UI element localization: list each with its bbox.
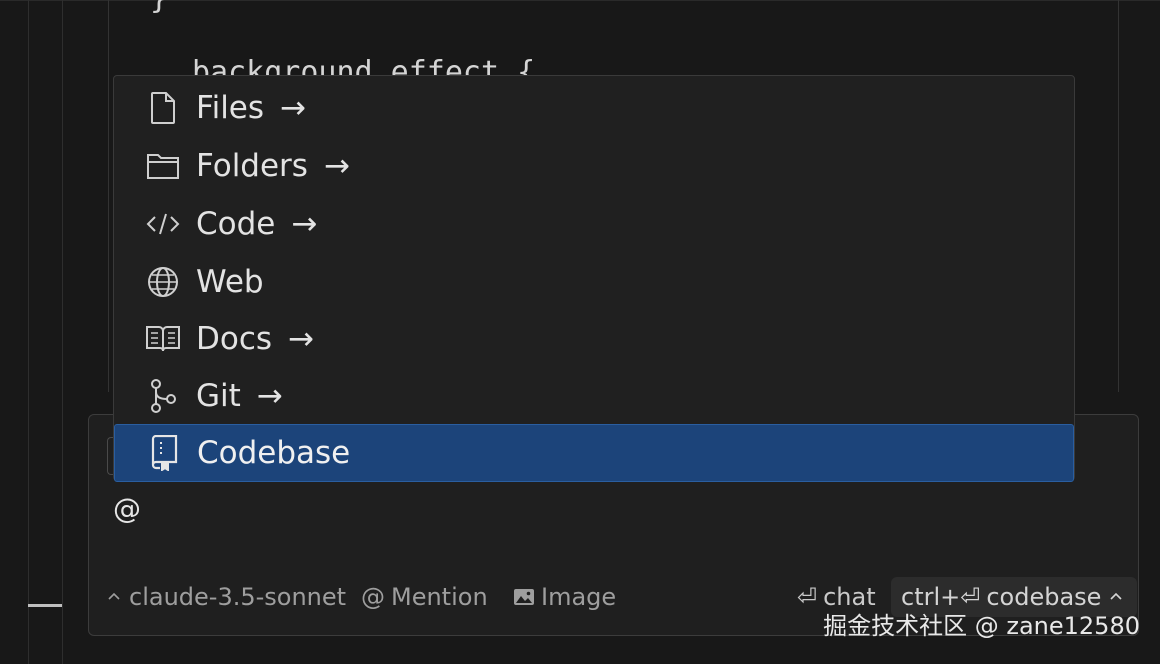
chat-label: chat <box>823 583 876 611</box>
menu-item-files[interactable]: Files → <box>114 80 1074 136</box>
menu-item-git[interactable]: Git → <box>114 368 1074 424</box>
editor-indent-guide-right <box>1118 0 1119 392</box>
top-border <box>0 0 1160 1</box>
arrow-right-icon: → <box>256 377 283 414</box>
editor-indent-guide <box>108 0 109 392</box>
menu-item-web[interactable]: Web <box>114 254 1074 310</box>
folder-icon <box>144 147 182 185</box>
code-line: } <box>150 0 168 14</box>
watermark: 掘金技术社区 @ zane12580 <box>823 612 1140 640</box>
chevron-up-icon <box>1107 588 1125 606</box>
menu-item-code[interactable]: Code → <box>114 196 1074 252</box>
codebase-submit-button[interactable]: ctrl+⏎ codebase <box>891 577 1138 617</box>
menu-item-label: Codebase <box>197 434 351 471</box>
mention-dropdown-menu: Files → Folders → Code → Web Docs → Git … <box>113 75 1075 482</box>
mention-label: Mention <box>391 583 488 611</box>
image-button[interactable]: Image <box>513 581 616 613</box>
menu-item-label: Code <box>196 205 276 242</box>
chat-input[interactable]: @ <box>113 495 141 523</box>
menu-item-label: Files <box>196 89 265 126</box>
chevron-up-icon <box>105 588 123 606</box>
chat-submit-hint[interactable]: ⏎ chat <box>797 581 876 613</box>
arrow-right-icon: → <box>291 205 318 242</box>
menu-item-label: Folders <box>196 147 308 184</box>
globe-icon <box>144 263 182 301</box>
enter-key-icon: ⏎ <box>797 583 818 611</box>
mention-button[interactable]: @ Mention <box>361 581 488 613</box>
arrow-right-icon: → <box>280 89 307 126</box>
model-name: claude-3.5-sonnet <box>129 583 347 611</box>
editor-gutter-line <box>28 0 29 664</box>
at-icon: @ <box>361 583 385 611</box>
menu-item-label: Git <box>196 377 241 414</box>
editor-window: } background_effect { @ claude-3.5-sonne… <box>0 0 1160 664</box>
arrow-right-icon: → <box>323 147 350 184</box>
image-icon <box>513 587 535 607</box>
image-label: Image <box>541 583 617 611</box>
menu-item-label: Web <box>196 263 264 300</box>
repo-icon <box>145 434 183 472</box>
git-branch-icon <box>144 377 182 415</box>
codebase-key: ctrl+⏎ <box>901 583 981 611</box>
book-icon <box>144 320 182 358</box>
model-selector[interactable]: claude-3.5-sonnet <box>105 581 346 613</box>
menu-item-codebase[interactable]: Codebase <box>114 424 1074 482</box>
minimap-marker <box>28 604 62 607</box>
menu-item-label: Docs <box>196 320 273 357</box>
editor-gutter-line-2 <box>62 0 63 664</box>
menu-item-folders[interactable]: Folders → <box>114 138 1074 194</box>
file-icon <box>144 89 182 127</box>
code-icon <box>144 205 182 243</box>
codebase-label: codebase <box>986 583 1102 611</box>
menu-item-docs[interactable]: Docs → <box>114 311 1074 367</box>
arrow-right-icon: → <box>288 320 315 357</box>
